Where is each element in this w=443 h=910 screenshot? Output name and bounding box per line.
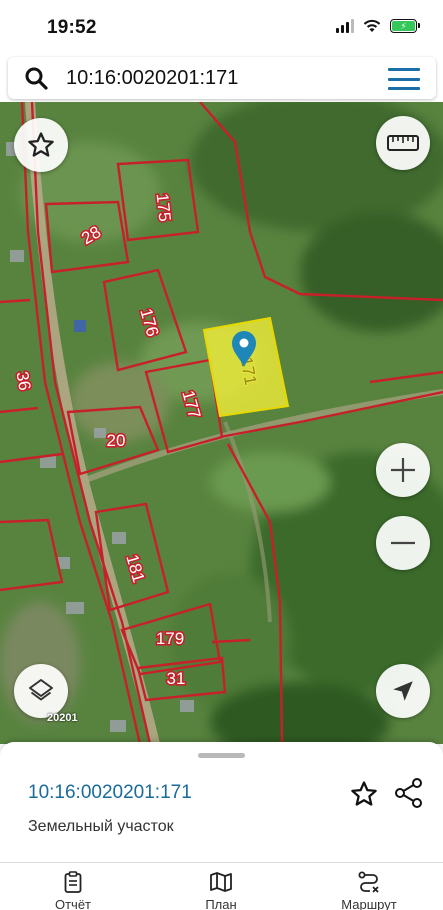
bottom-tab-bar: Отчёт План Маршрут	[0, 862, 443, 910]
satellite-map[interactable]: 175 28 176 177 20 36 181 179 31 171	[0, 102, 443, 744]
battery-icon: ⚡	[390, 19, 420, 33]
tab-plan[interactable]: План	[166, 871, 276, 910]
star-icon	[28, 132, 54, 157]
ruler-button[interactable]	[376, 116, 430, 170]
parcel-info-sheet[interactable]: 10:16:0020201:171 Земельный участок	[0, 742, 443, 862]
tab-label: План	[205, 897, 237, 910]
map-scale-text: 20201	[47, 712, 78, 724]
status-bar: 19:52 ⚡	[0, 0, 443, 56]
layers-icon	[29, 679, 53, 701]
parcel-cadastral-number: 10:16:0020201:171	[28, 782, 192, 803]
ruler-icon	[387, 135, 419, 151]
plus-icon	[391, 458, 415, 482]
status-icons: ⚡	[336, 19, 420, 33]
tab-report[interactable]: Отчёт	[18, 871, 128, 910]
search-bar[interactable]: 10:16:0020201:171	[8, 57, 436, 99]
wifi-icon	[363, 19, 381, 32]
search-icon[interactable]	[24, 66, 48, 90]
signal-icon	[336, 19, 354, 33]
menu-icon[interactable]	[388, 68, 420, 90]
tab-label: Маршрут	[341, 897, 397, 910]
parcel-label: 31	[167, 669, 186, 688]
clipboard-icon	[64, 871, 82, 893]
share-icon[interactable]	[394, 777, 424, 809]
minus-icon	[391, 541, 415, 545]
sheet-drag-handle[interactable]	[198, 753, 245, 758]
search-input[interactable]: 10:16:0020201:171	[66, 67, 238, 90]
zoom-in-button[interactable]	[376, 443, 430, 497]
parcel-label: 20	[107, 431, 126, 450]
map-icon	[210, 872, 232, 892]
layers-button[interactable]	[14, 664, 68, 718]
location-arrow-icon	[393, 681, 413, 701]
zoom-out-button[interactable]	[376, 516, 430, 570]
favorite-star-icon[interactable]	[349, 779, 379, 809]
map-view[interactable]: 175 28 176 177 20 36 181 179 31 171 2020…	[0, 102, 443, 744]
parcel-label: 175	[153, 192, 175, 222]
tab-label: Отчёт	[54, 897, 92, 910]
parcel-type: Земельный участок	[28, 818, 174, 835]
parcel-label: 36	[12, 370, 34, 392]
tab-route[interactable]: Маршрут	[314, 871, 424, 910]
status-time: 19:52	[47, 17, 97, 38]
my-location-button[interactable]	[376, 664, 430, 718]
route-icon	[358, 871, 379, 893]
parcel-label: 179	[156, 629, 184, 648]
favorite-map-button[interactable]	[14, 118, 68, 172]
